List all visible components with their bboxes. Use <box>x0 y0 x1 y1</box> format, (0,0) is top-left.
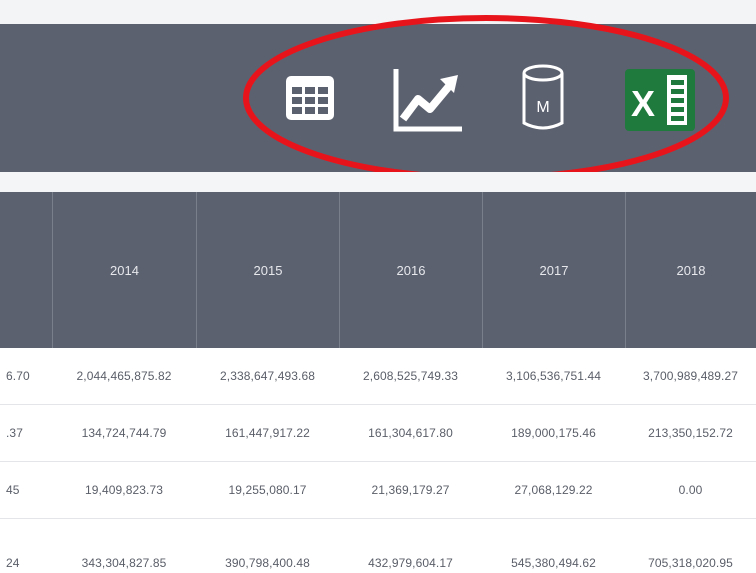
column-header-2018[interactable]: 2018 <box>625 192 756 348</box>
table-cell: 19,255,080.17 <box>228 483 307 497</box>
column-header-2015[interactable]: 2015 <box>196 192 339 348</box>
data-table-view: M X 2014 2015 2016 2017 2018 6.70 2,044,… <box>0 0 756 573</box>
database-letter: M <box>536 99 549 116</box>
table-cell: 24 <box>6 556 20 570</box>
table-cell: 432,979,604.17 <box>368 556 453 570</box>
column-header-2014[interactable]: 2014 <box>52 192 196 348</box>
table-cell: 161,447,917.22 <box>225 426 310 440</box>
table-row: 6.70 2,044,465,875.82 2,338,647,493.68 2… <box>0 348 756 405</box>
toolbar: M X <box>0 24 756 172</box>
table-cell: 161,304,617.80 <box>368 426 453 440</box>
table-cell: 27,068,129.22 <box>514 483 593 497</box>
table-row: .37 134,724,744.79 161,447,917.22 161,30… <box>0 405 756 462</box>
table-cell: 21,369,179.27 <box>371 483 450 497</box>
table-cell: 390,798,400.48 <box>225 556 310 570</box>
table-cell: 19,409,823.73 <box>84 483 164 497</box>
excel-letter: X <box>631 83 655 124</box>
table-row: 24 343,304,827.85 390,798,400.48 432,979… <box>0 519 756 573</box>
table-cell: 6.70 <box>6 369 30 383</box>
table-cell: 343,304,827.85 <box>81 556 167 570</box>
table-cell: 2,608,525,749.33 <box>362 369 459 383</box>
table-cell: .37 <box>6 426 23 440</box>
column-header-2017[interactable]: 2017 <box>482 192 625 348</box>
database-icon[interactable]: M <box>518 62 568 136</box>
table-view-icon[interactable] <box>278 68 342 128</box>
table-cell: 3,700,989,489.27 <box>642 369 739 383</box>
column-header-2016[interactable]: 2016 <box>339 192 482 348</box>
table-cell: 189,000,175.46 <box>511 426 596 440</box>
table-cell: 545,380,494.62 <box>511 556 596 570</box>
table-cell: 45 <box>6 483 20 497</box>
table-cell: 134,724,744.79 <box>81 426 167 440</box>
excel-export-icon[interactable]: X <box>624 66 696 134</box>
top-strip <box>0 0 756 24</box>
table-cell: 0.00 <box>678 483 703 497</box>
table-body: 6.70 2,044,465,875.82 2,338,647,493.68 2… <box>0 348 756 573</box>
table-cell: 3,106,536,751.44 <box>505 369 602 383</box>
table-cell: 213,350,152.72 <box>648 426 733 440</box>
table-row: 45 19,409,823.73 19,255,080.17 21,369,17… <box>0 462 756 519</box>
table-cell: 705,318,020.95 <box>648 556 733 570</box>
gap-strip <box>0 172 756 192</box>
table-header-row: 2014 2015 2016 2017 2018 <box>0 192 756 348</box>
table-cell: 2,338,647,493.68 <box>219 369 316 383</box>
chart-view-icon[interactable] <box>388 64 468 136</box>
table-cell: 2,044,465,875.82 <box>76 369 172 383</box>
column-header[interactable] <box>0 192 52 348</box>
